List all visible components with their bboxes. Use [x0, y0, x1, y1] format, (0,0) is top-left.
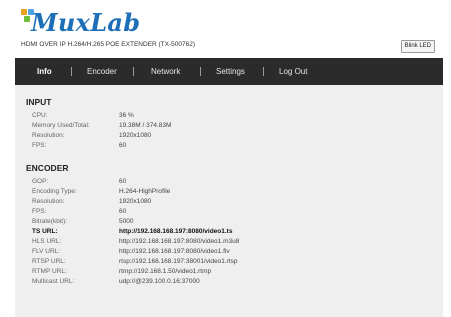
encoder-row-resolution: Resolution: 1920x1080 [32, 197, 432, 206]
flv-url-value[interactable]: http://192.168.168.197:8080/video1.flv [119, 247, 230, 256]
row-label: Encoding Type: [32, 188, 77, 195]
encoder-row-rtmp-url: RTMP URL: rtmp://192.168.1.50/video1.rtm… [32, 267, 432, 276]
nav-separator [133, 67, 134, 76]
logo-wordmark: MuxLab [31, 8, 141, 37]
row-label: Multicast URL: [32, 278, 75, 285]
nav-item-encoder[interactable]: Encoder [87, 58, 117, 85]
hls-url-value[interactable]: http://192.168.168.197:8080/video1.m3u8 [119, 237, 239, 246]
input-row-memory: Memory Used/Total: 19.38M / 374.83M [32, 121, 432, 130]
blink-led-button[interactable]: Blink LED [400, 40, 435, 53]
row-value: 36 % [119, 112, 134, 119]
encoder-row-gop: GOP: 60 [32, 177, 432, 186]
encoder-row-fps: FPS: 60 [32, 207, 432, 216]
row-label: RTMP URL: [32, 268, 67, 275]
encoder-row-ts-url: TS URL: http://192.168.168.197:8080/vide… [32, 227, 432, 236]
nav-item-info[interactable]: Info [37, 58, 52, 85]
muxlab-logo: MuxLab [19, 8, 179, 38]
row-value: 60 [119, 208, 127, 215]
encoder-section-title: ENCODER [26, 163, 69, 173]
logo-dot-orange-icon [21, 9, 27, 15]
logo-dot-green-icon [24, 16, 30, 22]
row-label: TS URL: [32, 228, 58, 235]
multicast-url-value[interactable]: udp://@239.100.0.16:37000 [119, 277, 200, 286]
encoder-row-bitrate: Bitrate(kbit): 5000 [32, 217, 432, 226]
row-value: H.264-HighProfile [119, 188, 171, 195]
nav-separator [200, 67, 201, 76]
input-row-cpu: CPU: 36 % [32, 111, 432, 120]
row-label: Bitrate(kbit): [32, 218, 68, 225]
header: MuxLab HDMI OVER IP H.264/H.265 POE EXTE… [15, 0, 443, 58]
device-title: HDMI OVER IP H.264/H.265 POE EXTENDER (T… [21, 41, 195, 48]
row-label: Resolution: [32, 198, 65, 205]
input-section-title: INPUT [26, 97, 52, 107]
encoder-row-hls-url: HLS URL: http://192.168.168.197:8080/vid… [32, 237, 432, 246]
web-ui-frame: MuxLab HDMI OVER IP H.264/H.265 POE EXTE… [15, 0, 443, 317]
row-label: Memory Used/Total: [32, 122, 90, 129]
row-label: FPS: [32, 142, 47, 149]
row-value: 1920x1080 [119, 198, 152, 205]
nav-item-settings[interactable]: Settings [216, 58, 245, 85]
row-value: 60 [119, 142, 127, 149]
rtsp-url-value[interactable]: rtsp://192.168.168.197:38001/video1.rtsp [119, 257, 238, 266]
row-value: 60 [119, 178, 127, 185]
encoder-row-encoding-type: Encoding Type: H.264-HighProfile [32, 187, 432, 196]
info-panel: INPUT CPU: 36 % Memory Used/Total: 19.38… [15, 85, 443, 317]
row-label: FLV URL: [32, 248, 61, 255]
row-label: CPU: [32, 112, 48, 119]
row-value: 19.38M / 374.83M [119, 122, 172, 129]
input-row-resolution: Resolution: 1920x1080 [32, 131, 432, 140]
row-label: FPS: [32, 208, 47, 215]
row-label: HLS URL: [32, 238, 62, 245]
row-value: 5000 [119, 218, 134, 225]
row-label: Resolution: [32, 132, 65, 139]
row-value: 1920x1080 [119, 132, 152, 139]
rtmp-url-value[interactable]: rtmp://192.168.1.50/video1.rtmp [119, 267, 211, 276]
nav-separator [263, 67, 264, 76]
nav-bar: Info Encoder Network Settings Log Out [15, 58, 443, 85]
nav-item-network[interactable]: Network [151, 58, 180, 85]
encoder-row-multicast-url: Multicast URL: udp://@239.100.0.16:37000 [32, 277, 432, 286]
input-row-fps: FPS: 60 [32, 141, 432, 150]
encoder-row-flv-url: FLV URL: http://192.168.168.197:8080/vid… [32, 247, 432, 256]
ts-url-value[interactable]: http://192.168.168.197:8080/video1.ts [119, 227, 232, 236]
row-label: GOP: [32, 178, 49, 185]
encoder-row-rtsp-url: RTSP URL: rtsp://192.168.168.197:38001/v… [32, 257, 432, 266]
row-label: RTSP URL: [32, 258, 66, 265]
nav-item-logout[interactable]: Log Out [279, 58, 307, 85]
nav-separator [71, 67, 72, 76]
